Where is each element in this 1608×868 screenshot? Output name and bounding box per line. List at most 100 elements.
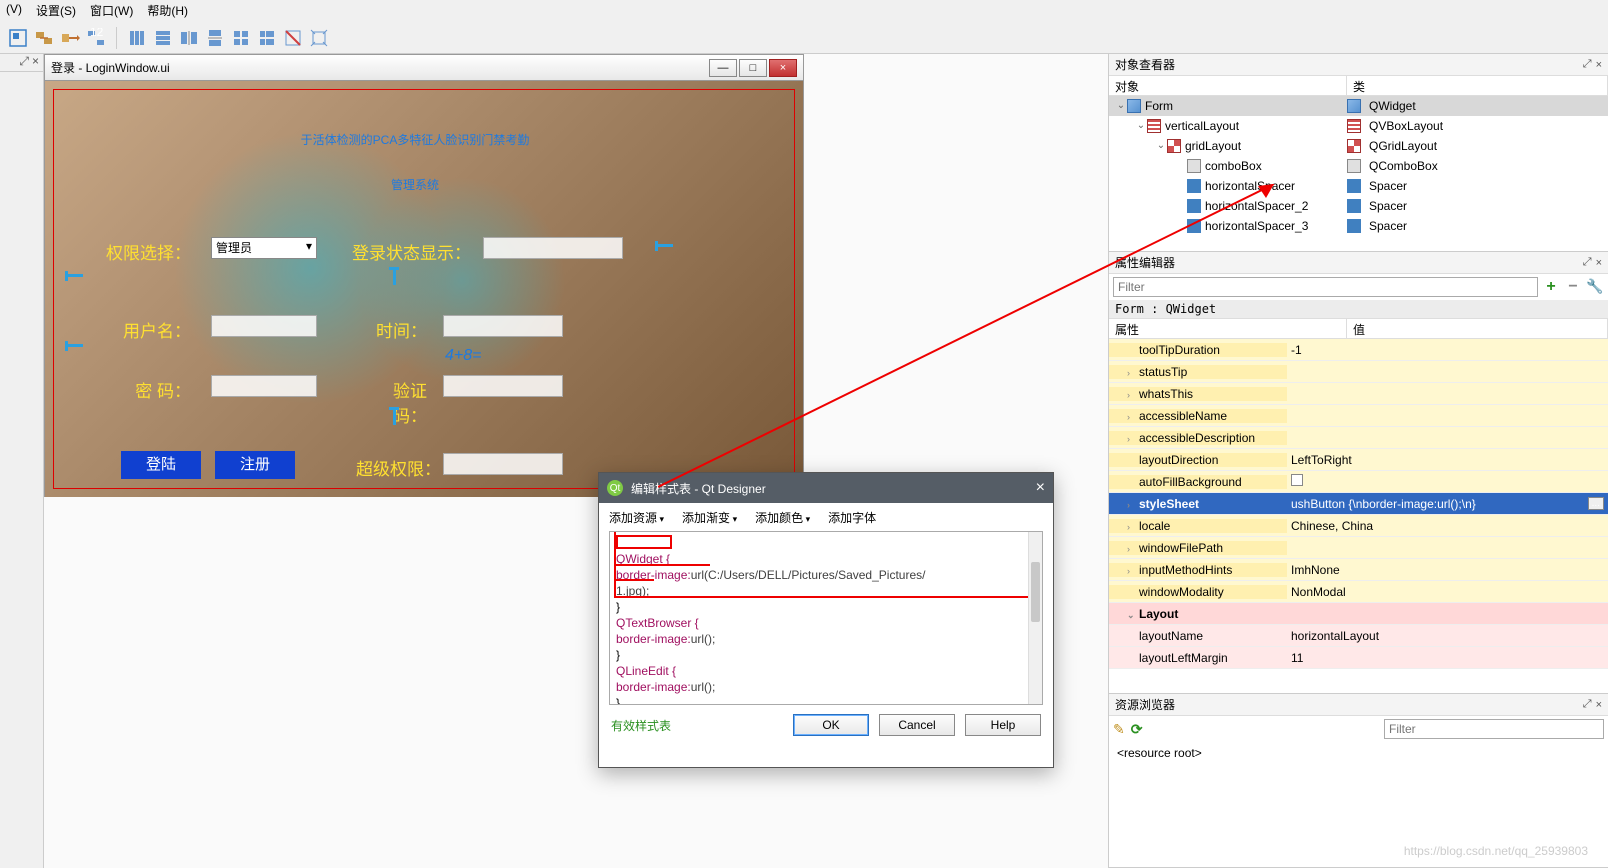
property-row[interactable]: layoutNamehorizontalLayout: [1109, 625, 1608, 647]
layout-vsplitter-icon[interactable]: [203, 26, 227, 50]
layout-horizontal-icon[interactable]: [125, 26, 149, 50]
verify-code-field[interactable]: [443, 375, 563, 397]
layout-hsplitter-icon[interactable]: [177, 26, 201, 50]
tree-row[interactable]: ⌄FormQWidget: [1109, 96, 1608, 116]
property-context: Form : QWidget: [1109, 300, 1608, 319]
property-row[interactable]: ›inputMethodHintsImhNone: [1109, 559, 1608, 581]
role-combobox[interactable]: 管理员▾: [211, 237, 317, 259]
tree-header[interactable]: 对象 类: [1109, 76, 1608, 96]
register-button[interactable]: 注册: [215, 451, 295, 479]
resource-tree[interactable]: <resource root>: [1109, 742, 1608, 796]
tree-row[interactable]: horizontalSpacer_2Spacer: [1109, 196, 1608, 216]
stylesheet-editor[interactable]: QWidget { border-image:url(C:/Users/DELL…: [609, 531, 1043, 705]
property-row[interactable]: ⌄Layout: [1109, 603, 1608, 625]
object-tree[interactable]: ⌄FormQWidget⌄verticalLayoutQVBoxLayout⌄g…: [1109, 96, 1608, 236]
property-row[interactable]: ›windowFilePath: [1109, 537, 1608, 559]
property-filter-input[interactable]: [1113, 277, 1538, 297]
login-button[interactable]: 登陆: [121, 451, 201, 479]
menu-view[interactable]: (V): [6, 2, 22, 20]
tool-signals-icon[interactable]: [32, 26, 56, 50]
property-row[interactable]: ›accessibleDescription: [1109, 427, 1608, 449]
menubar: (V) 设置(S) 窗口(W) 帮助(H): [0, 0, 1608, 22]
help-button[interactable]: Help: [965, 714, 1041, 736]
menu-window[interactable]: 窗口(W): [90, 2, 133, 20]
maximize-button[interactable]: □: [739, 59, 767, 77]
resource-filter-input[interactable]: [1384, 719, 1604, 739]
close-button[interactable]: ×: [769, 59, 797, 77]
resource-root[interactable]: <resource root>: [1117, 746, 1202, 760]
left-dock: ⤢ ×: [0, 54, 44, 868]
reload-icon[interactable]: ⟳: [1131, 721, 1143, 738]
property-header[interactable]: 属性 值: [1109, 319, 1608, 339]
ok-button[interactable]: OK: [793, 714, 869, 736]
property-list[interactable]: toolTipDuration-1›statusTip›whatsThis›ac…: [1109, 339, 1608, 693]
configure-icon[interactable]: 🔧: [1586, 278, 1604, 296]
label-time: 时间：: [371, 317, 427, 342]
tree-row[interactable]: horizontalSpacer_3Spacer: [1109, 216, 1608, 236]
add-gradient-menu[interactable]: 添加渐变: [682, 509, 737, 526]
password-field[interactable]: [211, 375, 317, 397]
form-preview-window: 登录 - LoginWindow.ui — □ × 于活体检测的PCA多特征人脸…: [44, 54, 804, 497]
annotation-box-small: [616, 535, 672, 549]
remove-property-icon[interactable]: −: [1564, 278, 1582, 296]
dialog-titlebar[interactable]: Qt 编辑样式表 - Qt Designer ×: [599, 473, 1053, 503]
dock-float-icon[interactable]: ⤢: [1583, 58, 1592, 71]
form-body[interactable]: 于活体检测的PCA多特征人脸识别门禁考勤 管理系统 权限选择： 管理员▾ 登录状…: [45, 81, 803, 497]
dock-float-icon[interactable]: ⤢: [1583, 698, 1592, 711]
col-object[interactable]: 对象: [1109, 76, 1347, 95]
layout-form-icon[interactable]: [255, 26, 279, 50]
property-row[interactable]: ›accessibleName: [1109, 405, 1608, 427]
cancel-button[interactable]: Cancel: [879, 714, 955, 736]
add-color-menu[interactable]: 添加颜色: [755, 509, 810, 526]
add-property-icon[interactable]: +: [1542, 278, 1560, 296]
captcha-expression: 4+8=: [445, 347, 481, 365]
dock-float-icon[interactable]: ⤢: [1583, 256, 1592, 269]
login-state-field[interactable]: [483, 237, 623, 259]
dock-close-icon[interactable]: ×: [32, 54, 39, 71]
design-area[interactable]: 登录 - LoginWindow.ui — □ × 于活体检测的PCA多特征人脸…: [44, 54, 1108, 868]
col-property[interactable]: 属性: [1109, 319, 1347, 338]
edit-resources-icon[interactable]: ✎: [1113, 721, 1125, 738]
col-class[interactable]: 类: [1347, 76, 1608, 95]
dialog-close-icon[interactable]: ×: [1036, 479, 1045, 497]
dock-close-icon[interactable]: ×: [1596, 59, 1602, 71]
tree-row[interactable]: ⌄verticalLayoutQVBoxLayout: [1109, 116, 1608, 136]
watermark: https://blog.csdn.net/qq_25939803: [1404, 844, 1588, 858]
menu-help[interactable]: 帮助(H): [147, 2, 188, 20]
dock-close-icon[interactable]: ×: [1596, 699, 1602, 711]
dock-float-icon[interactable]: ⤢: [19, 54, 29, 71]
super-field[interactable]: [443, 453, 563, 475]
tool-edit-widgets-icon[interactable]: [6, 26, 30, 50]
resource-browser-panel: 资源浏览器 ⤢ × ✎ ⟳ <resource root>: [1109, 694, 1608, 868]
property-row[interactable]: ›statusTip: [1109, 361, 1608, 383]
property-row[interactable]: ›styleSheetushButton {\nborder-image:url…: [1109, 493, 1608, 515]
username-field[interactable]: [211, 315, 317, 337]
property-row[interactable]: layoutDirectionLeftToRight: [1109, 449, 1608, 471]
add-resource-menu[interactable]: 添加资源: [609, 509, 664, 526]
add-font-menu[interactable]: 添加字体: [828, 509, 876, 526]
time-field[interactable]: [443, 315, 563, 337]
property-row[interactable]: layoutLeftMargin11: [1109, 647, 1608, 669]
minimize-button[interactable]: —: [709, 59, 737, 77]
annotation-underline: [616, 579, 654, 581]
col-value[interactable]: 值: [1347, 319, 1608, 338]
property-row[interactable]: ›localeChinese, China: [1109, 515, 1608, 537]
svg-text:12: 12: [90, 28, 104, 39]
property-row[interactable]: ›whatsThis: [1109, 383, 1608, 405]
scrollbar[interactable]: [1028, 532, 1042, 704]
layout-vertical-icon[interactable]: [151, 26, 175, 50]
property-row[interactable]: windowModalityNonModal: [1109, 581, 1608, 603]
dock-close-icon[interactable]: ×: [1596, 257, 1602, 269]
app-title: 于活体检测的PCA多特征人脸识别门禁考勤 管理系统: [55, 115, 775, 205]
tool-buddies-icon[interactable]: [58, 26, 82, 50]
property-row[interactable]: autoFillBackground: [1109, 471, 1608, 493]
menu-settings[interactable]: 设置(S): [36, 2, 76, 20]
tree-row[interactable]: horizontalSpacerSpacer: [1109, 176, 1608, 196]
tool-taborder-icon[interactable]: 12: [84, 26, 108, 50]
property-row[interactable]: toolTipDuration-1: [1109, 339, 1608, 361]
tree-row[interactable]: ⌄gridLayoutQGridLayout: [1109, 136, 1608, 156]
adjust-size-icon[interactable]: [307, 26, 331, 50]
tree-row[interactable]: comboBoxQComboBox: [1109, 156, 1608, 176]
break-layout-icon[interactable]: [281, 26, 305, 50]
layout-grid-icon[interactable]: [229, 26, 253, 50]
